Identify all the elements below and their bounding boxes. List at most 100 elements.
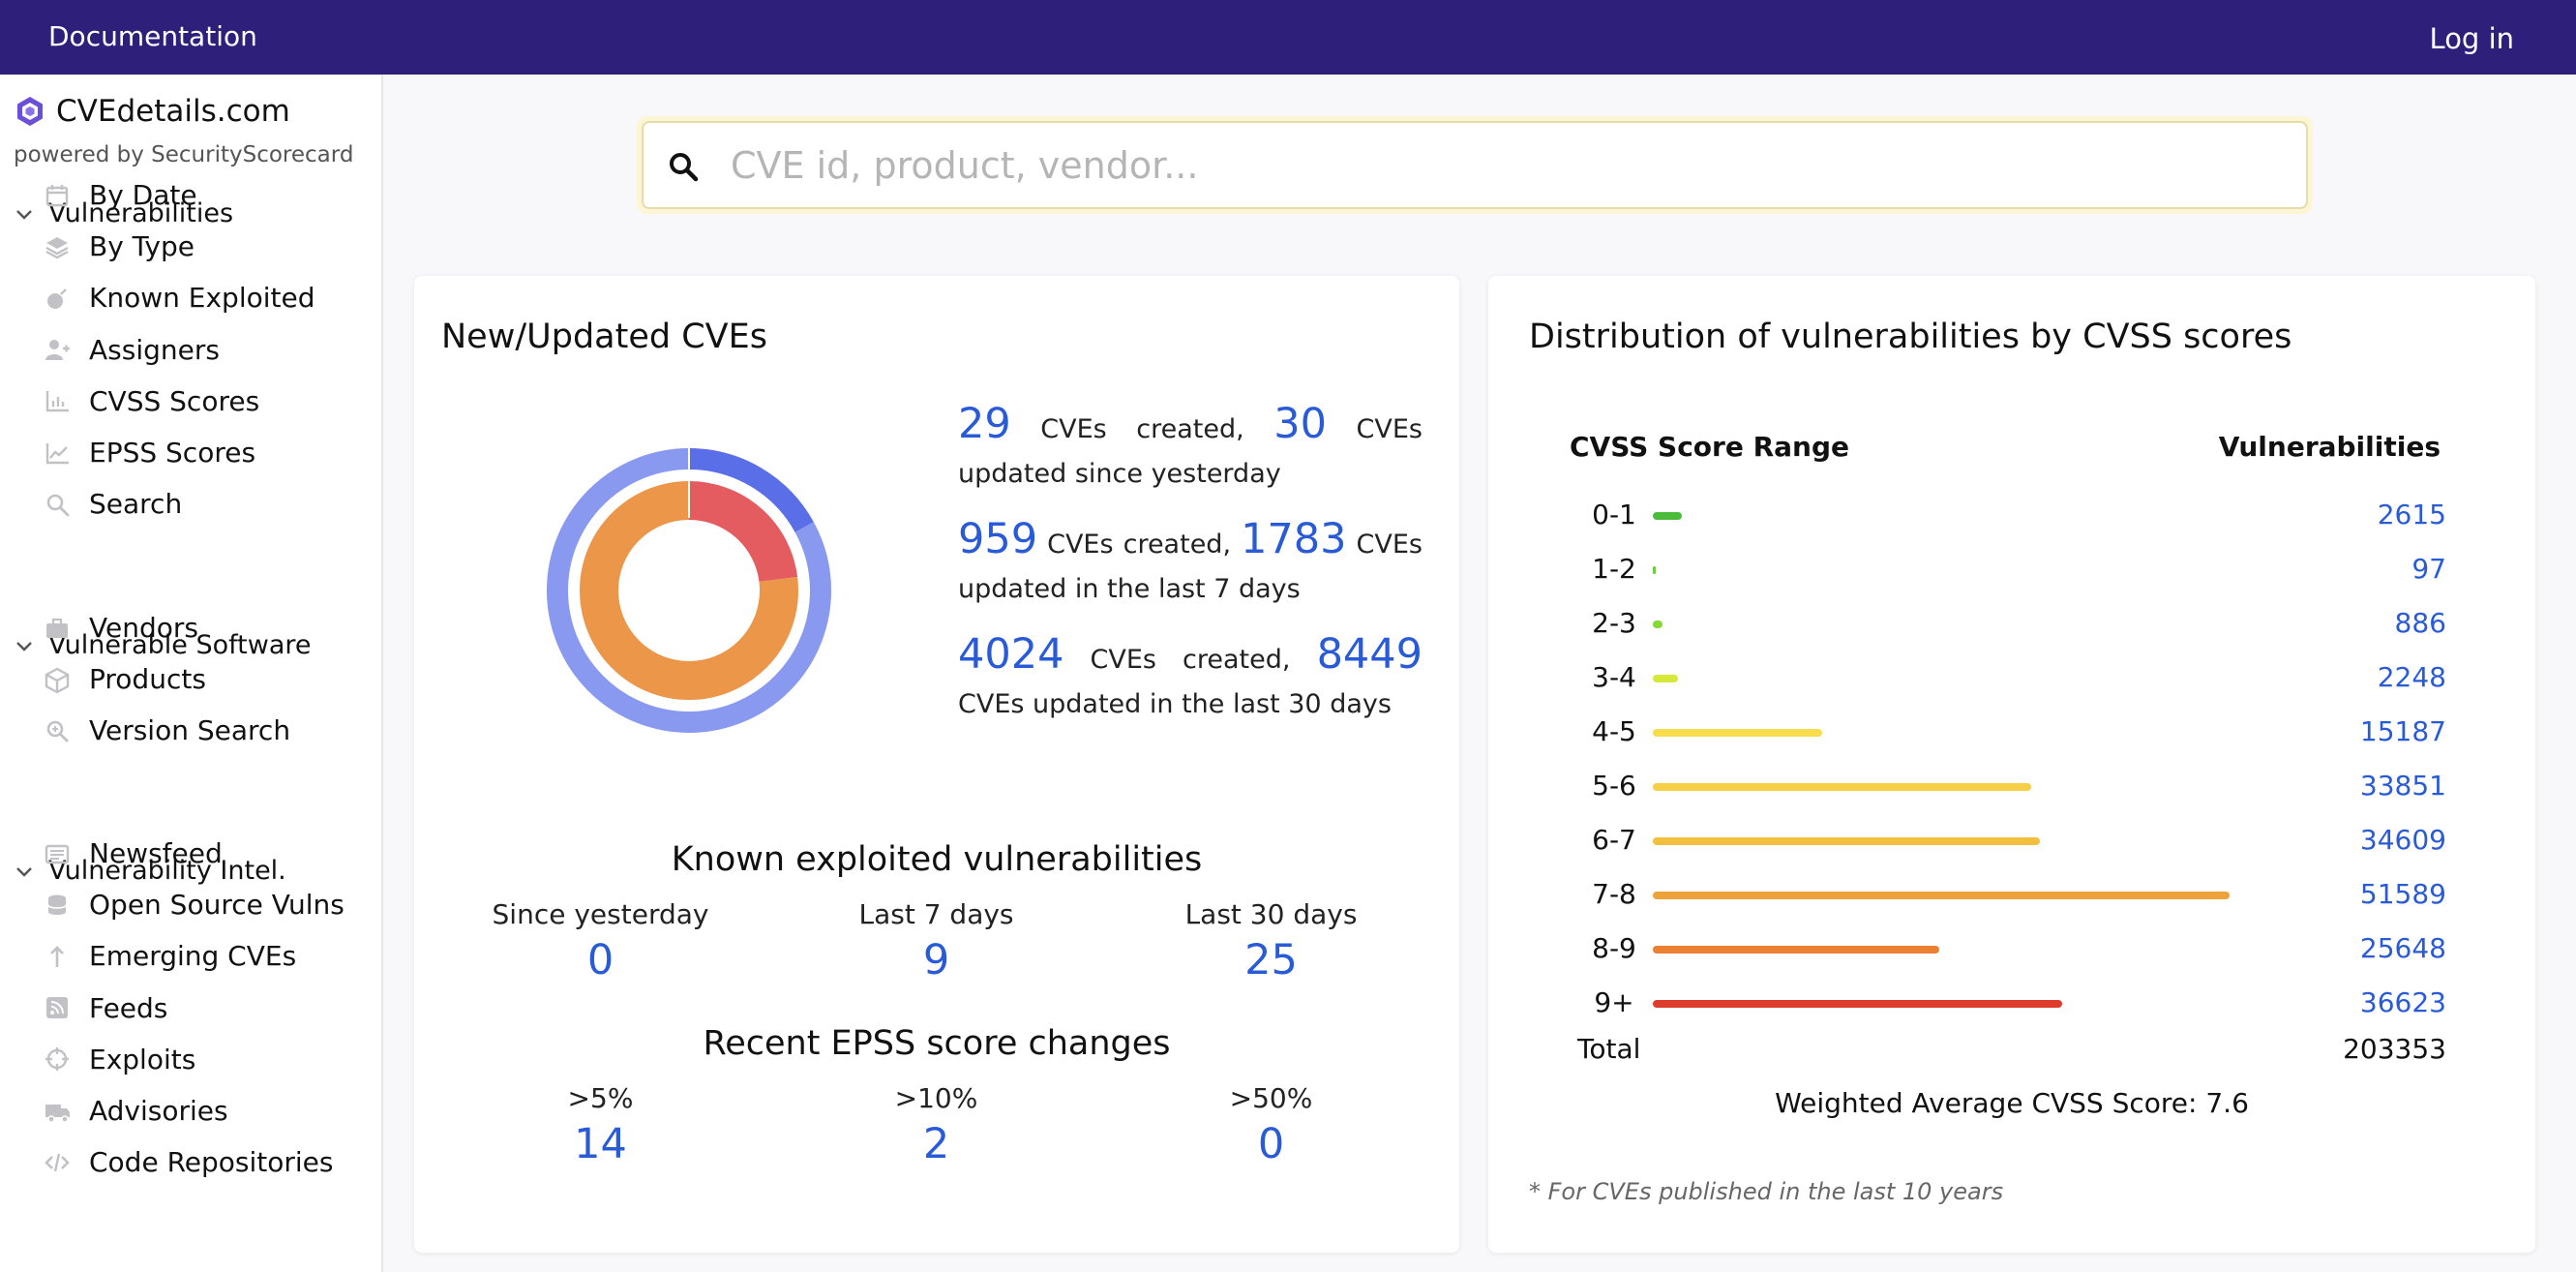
kev-label: Last 30 days bbox=[1184, 898, 1358, 930]
distribution-row: 7-8 51589 bbox=[1488, 870, 2535, 924]
sidebar-item-label: Feeds bbox=[89, 991, 168, 1024]
created-30days-count[interactable]: 4024 bbox=[958, 632, 1063, 677]
vulnerability-count-link[interactable]: 2248 bbox=[2378, 661, 2446, 693]
stat-tail: CVEs updated in the last 30 days bbox=[958, 689, 1392, 719]
distribution-bar bbox=[1653, 892, 2230, 899]
sidebar-item-label: Assigners bbox=[89, 333, 220, 366]
distribution-bar bbox=[1653, 621, 1663, 628]
distribution-bar bbox=[1653, 512, 1683, 520]
kev-col: Last 30 days 25 bbox=[1094, 898, 1448, 984]
vulnerability-count-link[interactable]: 886 bbox=[2395, 607, 2446, 639]
user-plus-icon bbox=[43, 335, 72, 364]
sidebar-item-cvss-scores[interactable]: CVSS Scores bbox=[43, 385, 259, 417]
sidebar-item-known-exploited[interactable]: Known Exploited bbox=[43, 282, 315, 314]
sidebar-item-products[interactable]: Products bbox=[43, 663, 206, 695]
rss-icon bbox=[43, 993, 72, 1022]
brand[interactable]: CVEdetails.com bbox=[14, 94, 290, 129]
kev-value[interactable]: 25 bbox=[1094, 936, 1448, 984]
cvss-distribution-card: Distribution of vulnerabilities by CVSS … bbox=[1488, 276, 2535, 1253]
epss-value[interactable]: 2 bbox=[760, 1120, 1113, 1168]
search-input[interactable] bbox=[731, 135, 2260, 197]
epss-label: >50% bbox=[1229, 1082, 1313, 1114]
distribution-row: 6-7 34609 bbox=[1488, 816, 2535, 870]
crosshair-icon bbox=[43, 1045, 72, 1074]
search-container bbox=[637, 116, 2313, 214]
cvedetails-logo-icon bbox=[17, 97, 43, 126]
stat-yesterday: 29 CVEs created, 30 CVEs updated since y… bbox=[958, 402, 1423, 497]
sidebar-item-label: Emerging CVEs bbox=[89, 940, 297, 973]
sidebar-item-advisories[interactable]: Advisories bbox=[43, 1095, 228, 1127]
distribution-bar bbox=[1653, 675, 1678, 682]
updated-yesterday-count[interactable]: 30 bbox=[1273, 402, 1327, 446]
updated-30days-count[interactable]: 8449 bbox=[1317, 632, 1423, 677]
sidebar-item-open-source-vulns[interactable]: Open Source Vulns bbox=[43, 889, 344, 921]
sidebar-item-emerging-cves[interactable]: Emerging CVEs bbox=[43, 940, 296, 972]
stat-7-days: 959 CVEs created, 1783 CVEs updated in t… bbox=[958, 517, 1423, 612]
created-yesterday-count[interactable]: 29 bbox=[958, 402, 1011, 446]
epss-col: >5% 14 bbox=[424, 1082, 777, 1168]
cve-donut-chart bbox=[547, 448, 831, 733]
total-label: Total bbox=[1577, 1033, 1641, 1065]
kev-value[interactable]: 0 bbox=[424, 936, 777, 984]
sidebar: CVEdetails.com powered by SecurityScorec… bbox=[0, 75, 383, 1272]
total-value: 203353 bbox=[2343, 1033, 2446, 1065]
updated-7days-count[interactable]: 1783 bbox=[1241, 517, 1346, 561]
login-link[interactable]: Log in bbox=[2430, 22, 2514, 55]
sidebar-item-label: By Date bbox=[89, 179, 197, 211]
stat-word: CVEs bbox=[1356, 530, 1423, 560]
kev-label: Last 7 days bbox=[858, 898, 1014, 930]
epss-label: >10% bbox=[894, 1082, 978, 1114]
epss-title: Recent EPSS score changes bbox=[703, 1024, 1171, 1063]
sidebar-item-by-type[interactable]: By Type bbox=[43, 230, 195, 262]
sidebar-item-version-search[interactable]: Version Search bbox=[43, 714, 290, 746]
score-range-label: 2-3 bbox=[1592, 607, 1636, 639]
sidebar-item-vendors[interactable]: Vendors bbox=[43, 612, 198, 644]
vulnerability-count-link[interactable]: 36623 bbox=[2360, 986, 2446, 1018]
distribution-bar bbox=[1653, 729, 1823, 737]
chevron-down-icon bbox=[16, 209, 32, 220]
created-7days-count[interactable]: 959 bbox=[958, 517, 1037, 561]
kev-value[interactable]: 9 bbox=[760, 936, 1113, 984]
vulnerability-count-link[interactable]: 34609 bbox=[2360, 824, 2446, 856]
epss-value[interactable]: 14 bbox=[424, 1120, 777, 1168]
vulnerability-count-link[interactable]: 2615 bbox=[2378, 499, 2446, 530]
vulnerability-count-link[interactable]: 51589 bbox=[2360, 878, 2446, 910]
distribution-bar bbox=[1653, 1000, 2063, 1008]
vulnerability-count-link[interactable]: 25648 bbox=[2360, 932, 2446, 964]
vulnerability-count-link[interactable]: 33851 bbox=[2360, 770, 2446, 802]
epss-col: >10% 2 bbox=[760, 1082, 1113, 1168]
sidebar-item-code-repositories[interactable]: Code Repositories bbox=[43, 1146, 334, 1178]
sidebar-item-exploits[interactable]: Exploits bbox=[43, 1044, 195, 1075]
stat-word: created, bbox=[1183, 645, 1291, 675]
sidebar-item-label: Products bbox=[89, 663, 206, 696]
new-updated-title: New/Updated CVEs bbox=[441, 318, 767, 356]
kev-title: Known exploited vulnerabilities bbox=[671, 840, 1203, 879]
documentation-link[interactable]: Documentation bbox=[48, 20, 257, 52]
sidebar-item-label: Version Search bbox=[89, 714, 291, 747]
stat-word: CVEs bbox=[1090, 645, 1156, 675]
kev-col: Since yesterday 0 bbox=[424, 898, 777, 984]
search-icon bbox=[670, 153, 699, 182]
brand-name: CVEdetails.com bbox=[56, 94, 290, 129]
distribution-row: 1-2 97 bbox=[1488, 545, 2535, 599]
epss-value[interactable]: 0 bbox=[1094, 1120, 1448, 1168]
sidebar-item-feeds[interactable]: Feeds bbox=[43, 992, 167, 1024]
sidebar-item-by-date[interactable]: By Date bbox=[43, 179, 197, 211]
kev-label: Since yesterday bbox=[492, 898, 709, 930]
sidebar-item-search[interactable]: Search bbox=[43, 488, 182, 520]
vulnerability-count-link[interactable]: 97 bbox=[2411, 553, 2446, 585]
distribution-title: Distribution of vulnerabilities by CVSS … bbox=[1529, 318, 2292, 356]
vulnerability-count-link[interactable]: 15187 bbox=[2360, 715, 2446, 747]
sidebar-item-assigners[interactable]: Assigners bbox=[43, 334, 220, 366]
stat-tail: updated since yesterday bbox=[958, 459, 1281, 489]
sidebar-item-epss-scores[interactable]: EPSS Scores bbox=[43, 437, 255, 469]
sidebar-item-newsfeed[interactable]: Newsfeed bbox=[43, 837, 223, 869]
code-icon bbox=[43, 1148, 72, 1177]
sidebar-item-label: Known Exploited bbox=[89, 282, 315, 315]
new-updated-cves-card: New/Updated CVEs 29 CVEs created, 30 CVE… bbox=[414, 276, 1459, 1253]
bar-chart-icon bbox=[43, 386, 72, 415]
line-chart-icon bbox=[43, 439, 72, 468]
score-range-label: 7-8 bbox=[1592, 878, 1636, 910]
stat-word: created, bbox=[1136, 414, 1244, 444]
col-header-vulns: Vulnerabilities bbox=[2218, 431, 2441, 463]
